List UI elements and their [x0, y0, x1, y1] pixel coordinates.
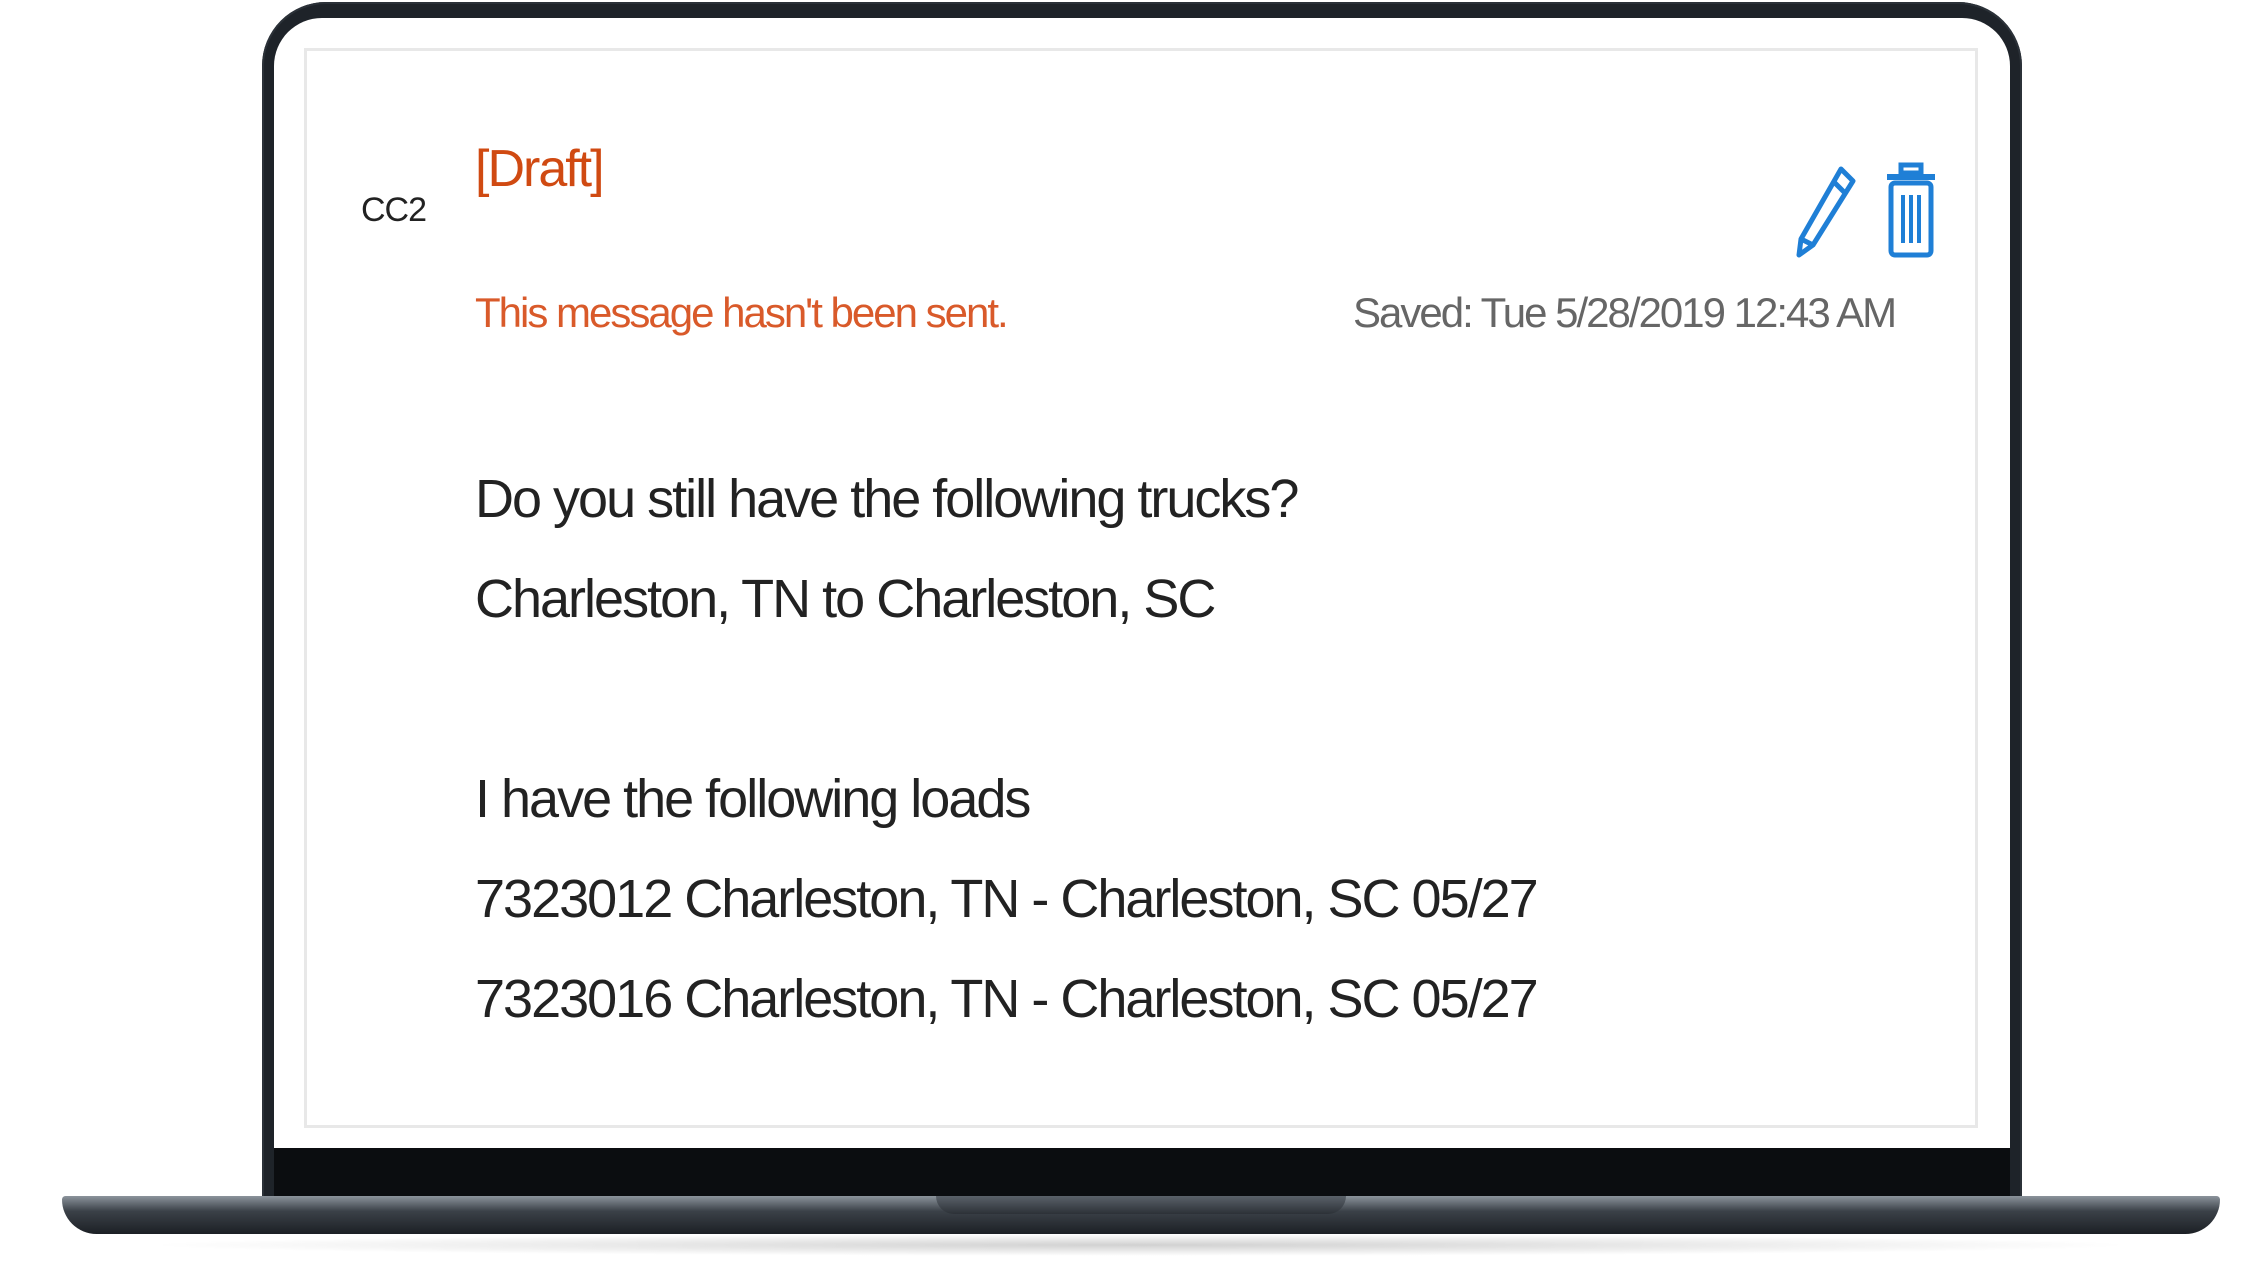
- laptop-hinge-notch: [936, 1196, 1346, 1214]
- email-draft-card: CC2 [Draft] This message hasn't been sen…: [304, 48, 1978, 1128]
- screen-bottom-bezel: [274, 1148, 2010, 1200]
- body-line: 7323012 Charleston, TN - Charleston, SC …: [475, 869, 1539, 929]
- body-line: Charleston, TN to Charleston, SC: [475, 569, 1216, 629]
- saved-timestamp: Saved: Tue 5/28/2019 12:43 AM: [1353, 289, 1897, 336]
- body-line: I have the following loads: [475, 769, 1031, 829]
- edit-button[interactable]: [1791, 161, 1861, 261]
- laptop-shadow: [140, 1234, 2140, 1256]
- unsent-status-text: This message hasn't been sent.: [475, 289, 1009, 336]
- body-line: Do you still have the following trucks?: [475, 469, 1299, 529]
- delete-button[interactable]: [1881, 161, 1941, 261]
- sender-label: CC2: [361, 191, 427, 229]
- pencil-icon: [1796, 166, 1856, 258]
- body-line: 7323016 Charleston, TN - Charleston, SC …: [475, 969, 1539, 1029]
- body-blank-line: [475, 649, 1537, 749]
- laptop-mockup: CC2 [Draft] This message hasn't been sen…: [0, 0, 2268, 1263]
- laptop-screen: CC2 [Draft] This message hasn't been sen…: [274, 18, 2010, 1148]
- trash-icon: [1887, 162, 1935, 258]
- message-body: Do you still have the following trucks? …: [475, 449, 1539, 1049]
- draft-label: [Draft]: [475, 140, 605, 198]
